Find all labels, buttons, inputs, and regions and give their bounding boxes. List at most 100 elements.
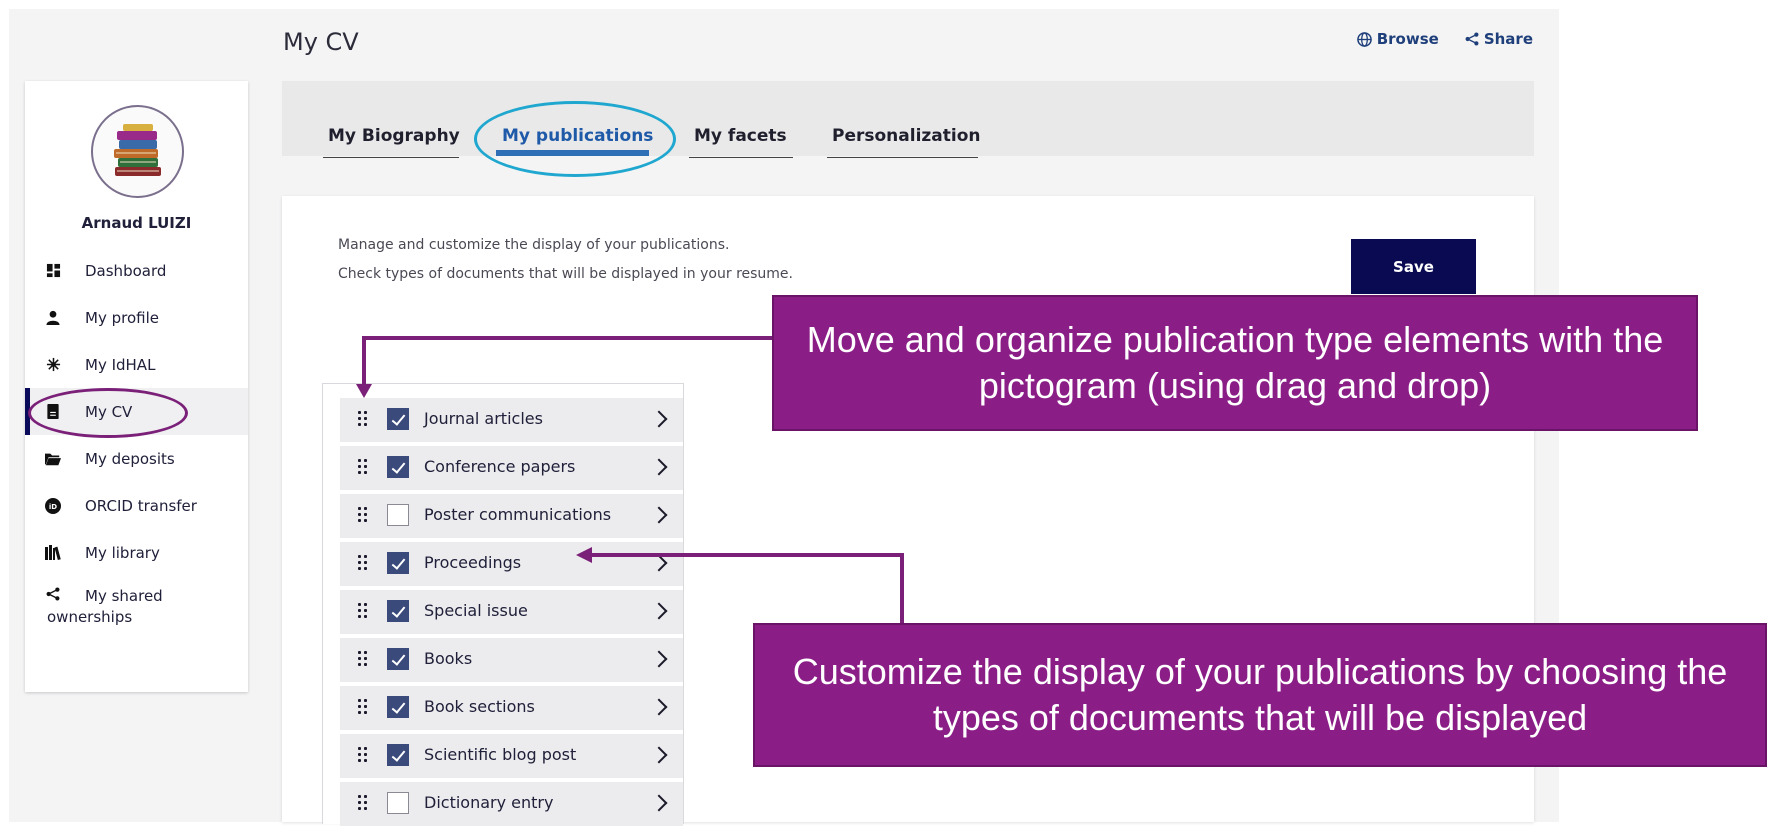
drag-handle-icon[interactable] [358, 699, 370, 717]
doc-type-checkbox[interactable] [387, 744, 409, 766]
sidebar-nav: Dashboard My profile My IdHAL My CV My d… [25, 247, 248, 636]
idhal-icon [45, 357, 61, 373]
description-line-1: Manage and customize the display of your… [338, 237, 730, 253]
sidebar-item-label: My deposits [85, 449, 175, 468]
tab-underline [827, 157, 978, 158]
tab-active-indicator [496, 150, 649, 156]
sidebar-item-my-shared-ownerships[interactable]: My shared ownerships [25, 576, 248, 636]
doc-type-checkbox[interactable] [387, 600, 409, 622]
drag-handle-icon[interactable] [358, 459, 370, 477]
sidebar-item-my-idhal[interactable]: My IdHAL [25, 341, 248, 388]
document-type-list: Journal articles Conference papers Poster … [322, 383, 684, 826]
doc-type-label: Books [424, 649, 473, 668]
sidebar-item-label: My shared ownerships [47, 587, 163, 626]
sidebar-item-dashboard[interactable]: Dashboard [25, 247, 248, 294]
sidebar-item-orcid-transfer[interactable]: iD ORCID transfer [25, 482, 248, 529]
avatar[interactable] [91, 105, 184, 198]
top-actions: Browse Share [1356, 30, 1533, 48]
drag-handle-icon[interactable] [358, 555, 370, 573]
browse-button[interactable]: Browse [1356, 30, 1439, 48]
tab-underline [689, 157, 793, 158]
customize-connector-line [900, 553, 904, 624]
sidebar-item-my-library[interactable]: My library [25, 529, 248, 576]
browse-label: Browse [1376, 30, 1439, 48]
share-icon [1465, 32, 1479, 46]
save-button[interactable]: Save [1351, 239, 1476, 294]
doc-type-label: Conference papers [424, 457, 576, 476]
doc-type-checkbox[interactable] [387, 456, 409, 478]
chevron-right-icon[interactable] [650, 410, 668, 428]
doc-type-row[interactable]: Scientific blog post [340, 734, 683, 778]
arrow-head-icon [356, 384, 372, 398]
doc-type-label: Book sections [424, 697, 535, 716]
doc-type-row[interactable]: Journal articles [340, 398, 683, 442]
doc-type-row[interactable]: Book sections [340, 686, 683, 730]
dashboard-icon [45, 263, 61, 279]
sidebar-item-label: My IdHAL [85, 355, 156, 374]
sidebar: Arnaud LUIZI Dashboard My profile My IdH… [25, 81, 248, 692]
doc-type-checkbox[interactable] [387, 408, 409, 430]
doc-type-label: Scientific blog post [424, 745, 577, 764]
globe-icon [1356, 31, 1372, 47]
sidebar-item-my-deposits[interactable]: My deposits [25, 435, 248, 482]
drag-connector-line [362, 336, 366, 388]
share-button[interactable]: Share [1465, 30, 1533, 48]
description-line-2: Check types of documents that will be di… [338, 266, 793, 282]
doc-type-row[interactable]: Conference papers [340, 446, 683, 490]
customize-callout: Customize the display of your publicatio… [753, 623, 1767, 767]
library-icon [45, 545, 61, 561]
arrow-head-icon [576, 547, 592, 563]
customize-connector-line [590, 553, 904, 557]
cv-icon [45, 404, 61, 420]
chevron-right-icon[interactable] [650, 698, 668, 716]
books-avatar-icon [114, 124, 161, 176]
doc-type-row[interactable]: Dictionary entry [340, 782, 683, 826]
doc-type-checkbox[interactable] [387, 648, 409, 670]
chevron-right-icon[interactable] [650, 794, 668, 812]
chevron-right-icon[interactable] [650, 746, 668, 764]
sidebar-item-my-profile[interactable]: My profile [25, 294, 248, 341]
drag-drop-callout: Move and organize publication type eleme… [772, 295, 1698, 431]
doc-type-label: Journal articles [424, 409, 543, 428]
orcid-icon: iD [45, 497, 61, 514]
drag-handle-icon[interactable] [358, 747, 370, 765]
doc-type-label: Poster communications [424, 505, 612, 524]
user-icon [45, 310, 61, 326]
doc-type-row[interactable]: Books [340, 638, 683, 682]
chevron-right-icon[interactable] [650, 554, 668, 572]
doc-type-row[interactable]: Proceedings [340, 542, 683, 586]
folder-icon [45, 451, 61, 467]
doc-type-label: Dictionary entry [424, 793, 554, 812]
drag-handle-icon[interactable] [358, 507, 370, 525]
sidebar-item-label: My profile [85, 308, 159, 327]
tab-my-biography[interactable]: My Biography [328, 126, 460, 146]
doc-type-label: Proceedings [424, 553, 522, 572]
chevron-right-icon[interactable] [650, 650, 668, 668]
sidebar-item-label: My library [85, 543, 160, 562]
tab-personalization[interactable]: Personalization [832, 126, 981, 146]
chevron-right-icon[interactable] [650, 602, 668, 620]
doc-type-checkbox[interactable] [387, 552, 409, 574]
doc-type-label: Special issue [424, 601, 528, 620]
drag-handle-icon[interactable] [358, 603, 370, 621]
doc-type-row[interactable]: Poster communications [340, 494, 683, 538]
svg-text:iD: iD [49, 503, 57, 511]
sidebar-item-label: ORCID transfer [85, 496, 197, 515]
drag-connector-line [363, 336, 775, 340]
chevron-right-icon[interactable] [650, 506, 668, 524]
sidebar-item-my-cv[interactable]: My CV [25, 388, 248, 435]
tab-underline [323, 157, 459, 158]
user-name: Arnaud LUIZI [81, 214, 192, 232]
doc-type-checkbox[interactable] [387, 696, 409, 718]
doc-type-checkbox[interactable] [387, 792, 409, 814]
chevron-right-icon[interactable] [650, 458, 668, 476]
drag-handle-icon[interactable] [358, 795, 370, 813]
sidebar-item-label: Dashboard [85, 261, 167, 280]
drag-handle-icon[interactable] [358, 411, 370, 429]
tab-my-facets[interactable]: My facets [694, 126, 787, 146]
tab-my-publications[interactable]: My publications [502, 126, 653, 146]
page-title: My CV [283, 28, 359, 56]
doc-type-row[interactable]: Special issue [340, 590, 683, 634]
drag-handle-icon[interactable] [358, 651, 370, 669]
doc-type-checkbox[interactable] [387, 504, 409, 526]
